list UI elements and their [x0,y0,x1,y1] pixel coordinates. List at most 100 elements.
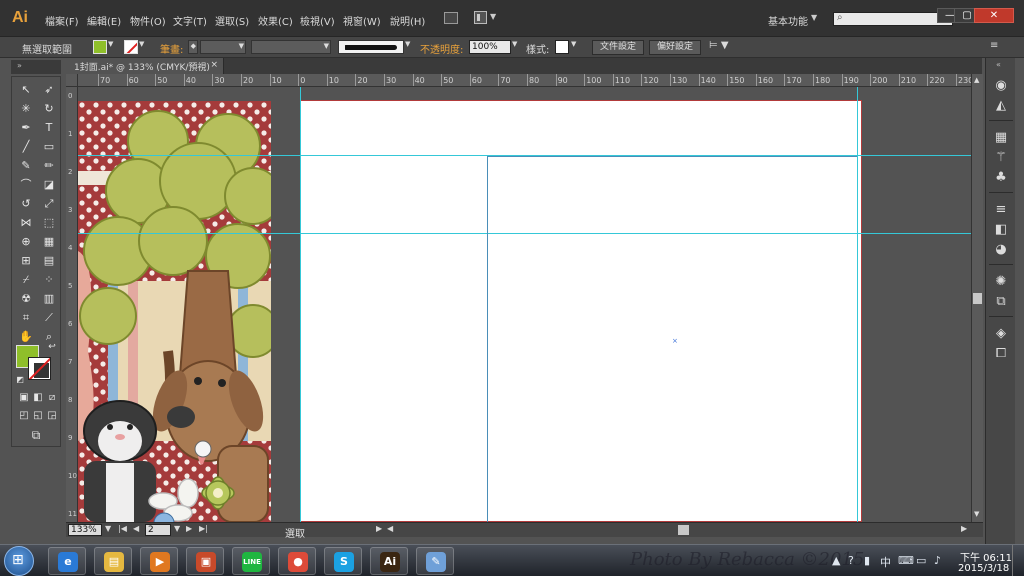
collapse-icon[interactable]: » [17,61,22,70]
clock-date[interactable]: 2015/3/18 [958,563,1009,574]
monitor-icon[interactable]: ▭ [916,554,926,567]
draw-inside-icon[interactable]: ◲ [42,407,62,424]
chevron-down-icon[interactable]: ▼ [571,40,576,48]
align-icon[interactable]: ⊨ ▼ [709,40,729,51]
taskbar-app-explorer[interactable]: ▤ [94,547,132,575]
menu-effect[interactable]: 效果(C) [258,13,293,28]
menu-edit[interactable]: 編輯(E) [87,13,121,28]
taskbar-app-line[interactable]: LINE [232,547,270,575]
vertical-scroll-thumb[interactable] [973,293,982,304]
variable-width-profile[interactable]: ▼ [251,40,331,54]
chevron-down-icon[interactable]: ▼ [405,40,410,48]
opacity-label[interactable]: 不透明度: [420,41,463,56]
eyedropper-tool-icon[interactable]: ⌿ [16,271,36,288]
workspace-switcher[interactable]: 基本功能 [768,13,808,28]
chevron-down-icon[interactable]: ▼ [139,40,144,48]
stroke-label[interactable]: 筆畫: [160,41,183,56]
last-artboard-icon[interactable]: ▶| [199,524,208,533]
search-input[interactable]: ⌕ [833,12,953,26]
arrange-documents-button[interactable]: ▼ [474,11,496,24]
perspective-grid-tool-icon[interactable]: ▦ [39,233,59,250]
symbols-icon[interactable]: ♣ [993,170,1009,186]
taskbar-app-media-player[interactable]: ▶ [140,547,178,575]
scroll-up-icon[interactable]: ▲ [974,76,979,84]
gradient-tool-icon[interactable]: ▤ [39,252,59,269]
menu-select[interactable]: 選取(S) [215,13,249,28]
close-icon[interactable]: × [210,60,218,70]
graphic-style-swatch[interactable] [555,40,569,54]
appearance-panel-icon[interactable]: ✺ [993,274,1009,290]
gradient-panel-icon[interactable]: ◧ [993,222,1009,238]
zoom-level-field[interactable]: 133% [68,524,102,536]
screen-mode-icon[interactable]: ⧉ [26,427,46,444]
volume-icon[interactable]: ♪ [934,554,941,567]
magic-wand-tool-icon[interactable]: ✳ [16,100,36,117]
status-readout[interactable]: 選取 [285,525,305,540]
chevron-down-icon[interactable]: ▼ [512,40,517,48]
pencil-tool-icon[interactable]: ✏ [39,157,59,174]
vertical-scrollbar[interactable]: ▲ ▼ [971,74,983,522]
taskbar-app-ie[interactable]: e [48,547,86,575]
column-graph-tool-icon[interactable]: ▥ [39,290,59,307]
vertical-ruler[interactable]: 0123456789101112 [66,87,78,522]
show-desktop-button[interactable] [1012,545,1024,576]
taskbar-app-paint[interactable]: ✎ [416,547,454,575]
language-icon[interactable]: 中 [880,554,891,570]
preferences-button[interactable]: 偏好設定 [649,40,701,55]
stroke-color-box[interactable] [28,357,51,380]
horizontal-ruler[interactable]: 70 60 50 40 30 20 10 0 10 20 30 40 50 60 70 80 90 100 110 1… [78,74,971,87]
paintbrush-tool-icon[interactable]: ✎ [16,157,36,174]
menu-help[interactable]: 說明(H) [390,13,425,28]
rectangle-tool-icon[interactable]: ▭ [39,138,59,155]
slice-tool-icon[interactable]: ⟋ [39,309,59,326]
canvas[interactable]: × [78,87,971,522]
color-guide-icon[interactable]: ◭ [993,98,1009,114]
rotate-tool-icon[interactable]: ↺ [16,195,36,212]
taskbar-app-chrome[interactable]: ● [278,547,316,575]
chevron-down-icon[interactable]: ▼ [174,524,180,533]
scroll-down-icon[interactable]: ▼ [974,510,979,518]
blob-brush-tool-icon[interactable]: ⌒ [16,176,36,193]
panel-menu-icon[interactable]: ≡ [990,40,998,51]
vertical-guide[interactable] [857,87,858,522]
chevron-down-icon[interactable]: ▼ [811,13,817,22]
line-tool-icon[interactable]: ╱ [16,138,36,155]
horizontal-scroll-thumb[interactable] [678,525,689,535]
shape-builder-tool-icon[interactable]: ⊕ [16,233,36,250]
menu-view[interactable]: 檢視(V) [300,13,335,28]
vertical-guide[interactable] [300,87,301,522]
none-mode-icon[interactable]: ⧄ [42,389,62,406]
menu-type[interactable]: 文字(T) [173,13,207,28]
bridge-icon[interactable] [444,12,458,24]
first-artboard-icon[interactable]: |◀ [118,524,127,533]
document-tab[interactable]: 1封面.ai* @ 133% (CMYK/預視) × [66,58,224,74]
graphic-styles-icon[interactable]: ⧉ [993,294,1009,310]
placed-artwork-image[interactable] [78,101,271,522]
brush-definition-dropdown[interactable] [338,40,404,54]
symbol-sprayer-tool-icon[interactable]: ☢ [16,290,36,307]
chevron-down-icon[interactable]: ▼ [105,524,111,533]
menu-file[interactable]: 檔案(F) [45,13,79,28]
menu-window[interactable]: 視窗(W) [343,13,381,28]
width-tool-icon[interactable]: ⋈ [16,214,36,231]
help-icon[interactable]: ? [848,554,854,567]
stroke-weight-field[interactable]: ▼ [200,40,246,54]
start-button[interactable]: ⊞ [4,546,34,576]
default-colors-icon[interactable]: ◩ [10,371,30,388]
direct-selection-tool-icon[interactable]: ➶ [39,81,59,98]
blend-tool-icon[interactable]: ⁘ [39,271,59,288]
scale-tool-icon[interactable]: ⤢ [39,195,59,212]
show-hidden-icons[interactable]: ▲ [832,554,840,567]
eraser-tool-icon[interactable]: ◪ [39,176,59,193]
close-button[interactable]: ✕ [974,8,1014,23]
taskbar-app-archive[interactable]: ▣ [186,547,224,575]
status-menu-icon[interactable]: ▶ [376,524,382,533]
stroke-color-swatch[interactable] [124,40,138,54]
fill-color-swatch[interactable] [93,40,107,54]
menu-object[interactable]: 物件(O) [130,13,166,28]
scroll-left-icon[interactable]: ◀ [387,524,393,533]
scroll-right-icon[interactable]: ▶ [961,524,967,533]
ruler-origin[interactable] [66,74,78,87]
artboard-number-field[interactable]: 2 [145,524,171,536]
layers-panel-icon[interactable]: ◈ [993,326,1009,342]
